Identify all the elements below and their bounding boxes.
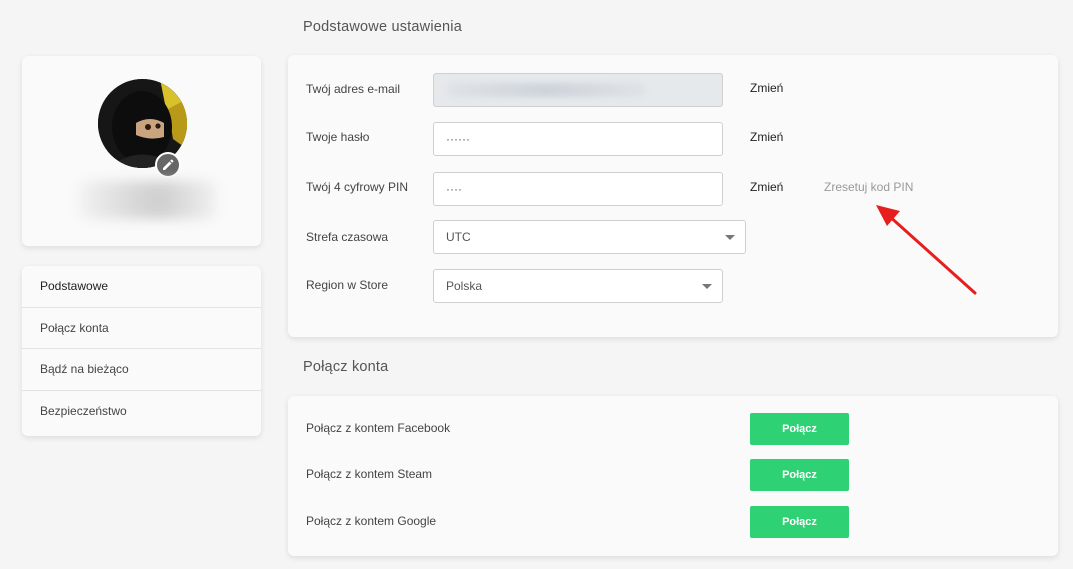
region-label: Region w Store [306,278,389,292]
reset-pin-link[interactable]: Zresetuj kod PIN [824,180,913,194]
pin-field[interactable]: ···· [433,172,723,206]
connect-steam-button[interactable]: Połącz [750,459,849,491]
username-redacted [78,181,216,219]
change-pin-link[interactable]: Zmień [750,180,783,194]
settings-nav: Podstawowe Połącz konta Bądź na bieżąco … [22,266,261,436]
google-connect-label: Połącz z kontem Google [306,514,437,528]
email-redacted [446,83,646,97]
password-label: Twoje hasło [306,130,370,144]
connect-google-button[interactable]: Połącz [750,506,849,538]
timezone-select[interactable]: UTC [433,220,746,254]
timezone-label: Strefa czasowa [306,230,389,244]
region-select[interactable]: Polska [433,269,723,303]
basic-settings-title: Podstawowe ustawienia [303,19,462,35]
email-label: Twój adres e-mail [306,82,401,96]
region-value: Polska [446,279,483,293]
profile-card [22,56,261,246]
nav-item-basic[interactable]: Podstawowe [22,266,261,308]
pencil-icon [163,159,174,170]
chevron-down-icon [725,235,735,240]
edit-avatar-button[interactable] [155,152,181,178]
nav-item-security[interactable]: Bezpieczeństwo [22,391,261,433]
nav-item-stay-updated[interactable]: Bądź na bieżąco [22,349,261,391]
change-email-link[interactable]: Zmień [750,81,783,95]
facebook-connect-label: Połącz z kontem Facebook [306,421,451,435]
nav-item-connect-accounts[interactable]: Połącz konta [22,308,261,349]
connect-accounts-card: Połącz z kontem Facebook Połącz Połącz z… [288,396,1058,556]
connect-accounts-title: Połącz konta [303,359,389,375]
connect-facebook-button[interactable]: Połącz [750,413,849,445]
email-field [433,73,723,107]
change-password-link[interactable]: Zmień [750,130,783,144]
pin-label: Twój 4 cyfrowy PIN [306,180,409,194]
timezone-value: UTC [446,230,471,244]
annotation-arrow-icon [876,205,977,295]
password-field[interactable]: ······ [433,122,723,156]
chevron-down-icon [702,284,712,289]
steam-connect-label: Połącz z kontem Steam [306,467,433,481]
